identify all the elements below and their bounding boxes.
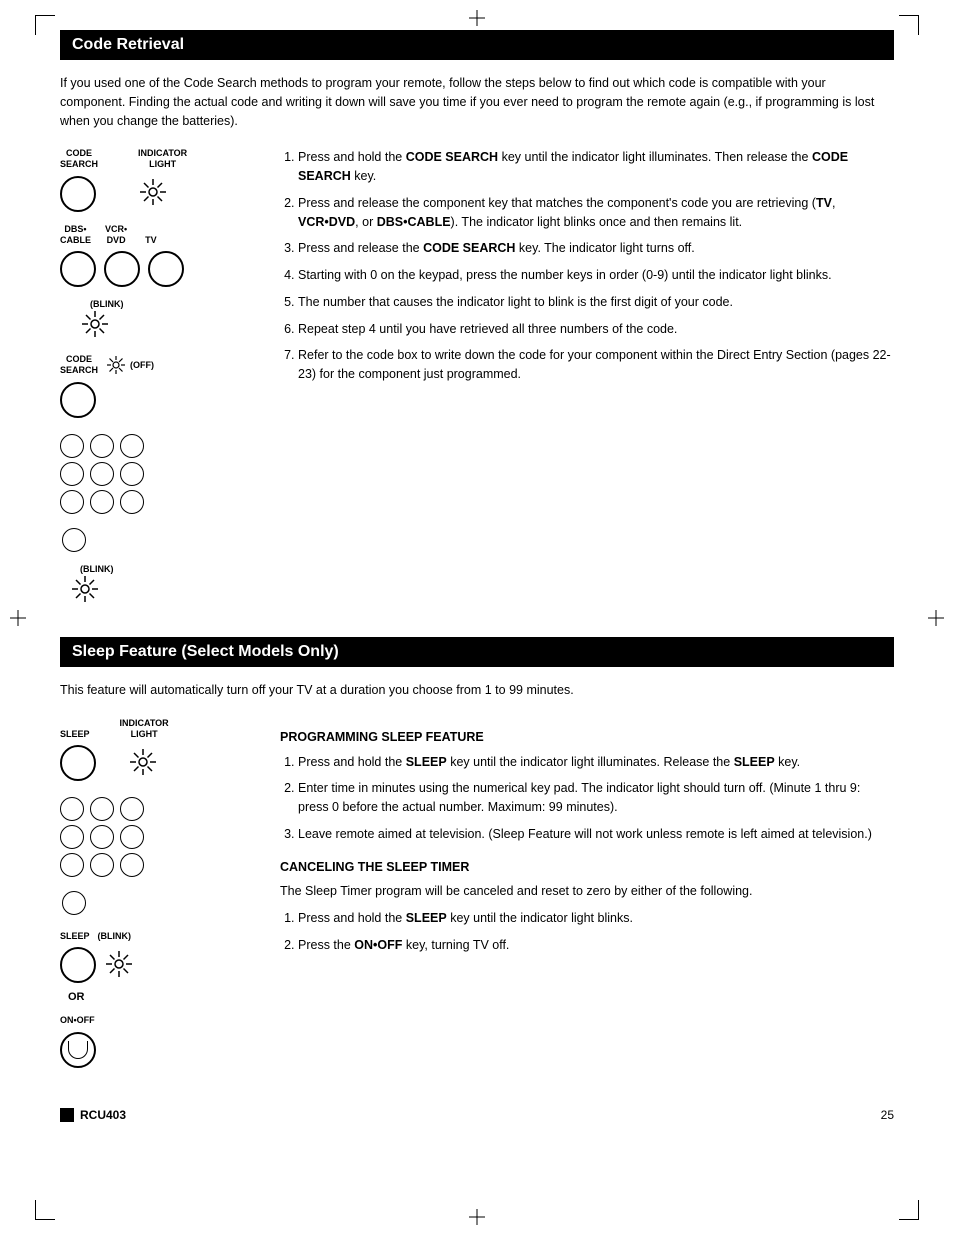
num-circle — [60, 797, 84, 821]
num-circle — [90, 825, 114, 849]
sleep-label2: SLEEP — [60, 931, 90, 941]
step2-1: Press and hold the SLEEP key until the i… — [298, 753, 894, 772]
corner-mark-tl — [35, 15, 55, 35]
center-mark-bottom — [469, 1209, 485, 1225]
vcr-dvd-label: VCR•DVD — [105, 224, 127, 246]
on-off-btn-wrapper — [60, 1032, 96, 1068]
num-circle — [120, 490, 144, 514]
num-circle — [90, 490, 114, 514]
num-circle — [60, 490, 84, 514]
programming-sleep-header: PROGRAMMING SLEEP FEATURE — [280, 728, 894, 747]
page-number: 25 — [881, 1108, 894, 1122]
logo-box — [60, 1108, 74, 1122]
section2-steps: PROGRAMMING SLEEP FEATURE Press and hold… — [280, 718, 894, 1069]
canceling-sleep-header: CANCELING THE SLEEP TIMER — [280, 858, 894, 877]
center-mark-right — [928, 610, 944, 626]
blink-label1: (BLINK) — [90, 299, 124, 309]
section1-header: Code Retrieval — [60, 30, 894, 60]
section1-diagram: CODESEARCH INDICATORLIGHT — [60, 148, 260, 607]
corner-mark-br — [899, 1200, 919, 1220]
code-search2-btn-row — [60, 382, 96, 418]
num-circle — [90, 434, 114, 458]
blink-label3: (BLINK) — [98, 931, 132, 941]
step1-5: The number that causes the indicator lig… — [298, 293, 894, 312]
num-circle-zero — [62, 528, 86, 552]
step2c-2: Press the ON•OFF key, turning TV off. — [298, 936, 894, 955]
indicator-light-star1 — [138, 177, 168, 210]
blink-label2: (BLINK) — [80, 564, 114, 574]
code-search-label-group: CODESEARCH — [60, 148, 98, 170]
footer-logo: RCU403 — [60, 1108, 126, 1122]
step1-1: Press and hold the CODE SEARCH key until… — [298, 148, 894, 186]
step1-3: Press and release the CODE SEARCH key. T… — [298, 239, 894, 258]
step1-4: Starting with 0 on the keypad, press the… — [298, 266, 894, 285]
section-code-retrieval: Code Retrieval If you used one of the Co… — [60, 30, 894, 607]
code-search-label: CODESEARCH — [60, 148, 98, 170]
code-search2-row: (OFF) — [106, 355, 154, 375]
tv-btn[interactable] — [148, 251, 184, 287]
step1-7: Refer to the code box to write down the … — [298, 346, 894, 384]
canceling-intro: The Sleep Timer program will be canceled… — [280, 882, 894, 901]
num-circle — [60, 853, 84, 877]
num-circle — [60, 462, 84, 486]
or-label: OR — [68, 991, 85, 1003]
step2-3: Leave remote aimed at television. (Sleep… — [298, 825, 894, 844]
indicator-light-label: INDICATORLIGHT — [138, 148, 187, 170]
num-circle — [120, 853, 144, 877]
indicator-light-label-group: INDICATORLIGHT — [138, 148, 187, 170]
num-circle — [120, 825, 144, 849]
corner-mark-tr — [899, 15, 919, 35]
section1-content: CODESEARCH INDICATORLIGHT — [60, 148, 894, 607]
sleep-blink-star — [104, 949, 134, 982]
num-circle-zero2 — [62, 891, 86, 915]
section2-intro: This feature will automatically turn off… — [60, 681, 894, 700]
code-search2-btn[interactable] — [60, 382, 96, 418]
corner-mark-bl — [35, 1200, 55, 1220]
sleep-indicator-light-label: INDICATORLIGHT — [120, 718, 169, 740]
section1-steps: Press and hold the CODE SEARCH key until… — [280, 148, 894, 607]
off-label: (OFF) — [130, 360, 154, 370]
section2-content: SLEEP INDICATORLIGHT — [60, 718, 894, 1069]
step2-2: Enter time in minutes using the numerica… — [298, 779, 894, 817]
sleep-btn2[interactable] — [60, 947, 96, 983]
num-circle — [120, 797, 144, 821]
step1-2: Press and release the component key that… — [298, 194, 894, 232]
sleep-indicator-star — [128, 747, 158, 780]
num-circle — [60, 434, 84, 458]
section2-diagram: SLEEP INDICATORLIGHT — [60, 718, 260, 1069]
num-circle — [120, 462, 144, 486]
num-circle — [90, 797, 114, 821]
sleep-label-group: SLEEP — [60, 729, 90, 739]
tv-label: TV — [145, 235, 157, 245]
on-off-label: ON•OFF — [60, 1015, 95, 1025]
footer-logo-text: RCU403 — [80, 1108, 126, 1122]
center-mark-left — [10, 610, 26, 626]
page-footer: RCU403 25 — [60, 1098, 894, 1122]
num-circle — [120, 434, 144, 458]
dbs-cable-label: DBS•CABLE — [60, 224, 91, 246]
dbs-cable-btn[interactable] — [60, 251, 96, 287]
blink-star1 — [80, 309, 110, 342]
section-sleep-feature: Sleep Feature (Select Models Only) This … — [60, 637, 894, 1068]
vcr-dvd-btn[interactable] — [104, 251, 140, 287]
num-circle — [60, 825, 84, 849]
step2c-1: Press and hold the SLEEP key until the i… — [298, 909, 894, 928]
blink-star2 — [70, 574, 100, 607]
sleep-btn1[interactable] — [60, 745, 96, 781]
code-search-btn[interactable] — [60, 176, 96, 212]
on-off-btn[interactable] — [60, 1032, 96, 1068]
step1-6: Repeat step 4 until you have retrieved a… — [298, 320, 894, 339]
num-grid2 — [60, 797, 146, 877]
num-grid1 — [60, 434, 146, 514]
center-mark-top — [469, 10, 485, 26]
num-circle — [90, 462, 114, 486]
section2-header: Sleep Feature (Select Models Only) — [60, 637, 894, 667]
section1-intro: If you used one of the Code Search metho… — [60, 74, 894, 130]
code-search2-label-group: CODESEARCH — [60, 354, 98, 376]
num-circle — [90, 853, 114, 877]
